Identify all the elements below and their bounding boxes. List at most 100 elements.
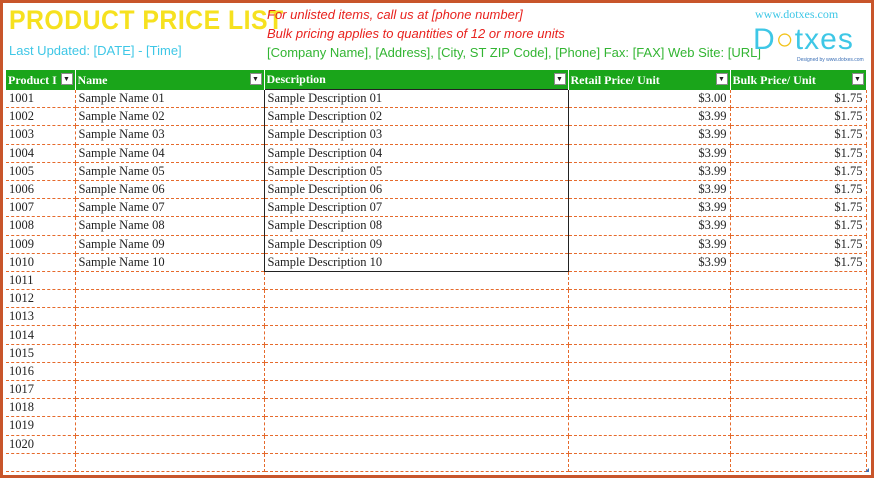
table-resize-handle-icon[interactable] <box>865 468 869 472</box>
bulk-price-cell[interactable]: $1.75 <box>730 125 867 145</box>
retail-price-cell[interactable]: $3.99 <box>568 216 731 236</box>
retail-price-cell[interactable]: $3.99 <box>568 235 731 254</box>
description-cell[interactable]: Sample Description 05 <box>263 162 569 181</box>
column-header-bulk-price[interactable]: Bulk Price/ Unit ▼ <box>730 70 867 90</box>
name-cell[interactable] <box>75 344 265 363</box>
name-cell[interactable]: Sample Name 09 <box>75 235 265 254</box>
retail-price-cell[interactable] <box>568 289 731 309</box>
name-cell[interactable] <box>75 453 265 472</box>
retail-price-cell[interactable] <box>568 398 731 418</box>
bulk-price-cell[interactable]: $1.75 <box>730 216 867 236</box>
retail-price-cell[interactable] <box>568 380 731 400</box>
retail-price-cell[interactable] <box>568 344 731 363</box>
product-id-cell[interactable]: 1011 <box>6 271 76 291</box>
column-header-description[interactable]: Description ▼ <box>264 70 569 90</box>
retail-price-cell[interactable]: $3.99 <box>568 144 731 163</box>
product-id-cell[interactable]: 1006 <box>6 180 76 200</box>
bulk-price-cell[interactable]: $1.75 <box>730 162 867 181</box>
retail-price-cell[interactable] <box>568 307 731 327</box>
name-cell[interactable] <box>75 398 265 418</box>
bulk-pricing-note[interactable]: Bulk pricing applies to quantities of 12… <box>267 26 565 41</box>
retail-price-cell[interactable]: $3.99 <box>568 180 731 200</box>
retail-price-cell[interactable] <box>568 453 731 472</box>
retail-price-cell[interactable]: $3.99 <box>568 107 731 127</box>
description-cell[interactable]: Sample Description 06 <box>263 180 569 200</box>
bulk-price-cell[interactable] <box>730 325 867 345</box>
bulk-price-cell[interactable] <box>730 435 867 454</box>
product-id-cell[interactable]: 1003 <box>6 125 76 145</box>
dropdown-arrow-icon[interactable]: ▼ <box>553 73 566 85</box>
retail-price-cell[interactable] <box>568 325 731 345</box>
product-id-cell[interactable]: 1019 <box>6 416 76 436</box>
name-cell[interactable]: Sample Name 01 <box>75 89 265 109</box>
name-cell[interactable] <box>75 435 265 454</box>
name-cell[interactable]: Sample Name 08 <box>75 216 265 236</box>
description-cell[interactable] <box>264 380 569 400</box>
description-cell[interactable] <box>264 362 569 382</box>
description-cell[interactable] <box>264 453 569 472</box>
bulk-price-cell[interactable] <box>730 271 867 291</box>
column-header-retail-price[interactable]: Retail Price/ Unit ▼ <box>568 70 731 90</box>
bulk-price-cell[interactable] <box>730 398 867 418</box>
dropdown-arrow-icon[interactable]: ▼ <box>60 73 73 85</box>
name-cell[interactable] <box>75 362 265 382</box>
dropdown-arrow-icon[interactable]: ▼ <box>851 73 864 85</box>
name-cell[interactable]: Sample Name 02 <box>75 107 265 127</box>
product-id-cell[interactable]: 1017 <box>6 380 76 400</box>
product-id-cell[interactable]: 1007 <box>6 198 76 218</box>
description-cell[interactable]: Sample Description 10 <box>263 253 569 272</box>
company-info-line[interactable]: [Company Name], [Address], [City, ST ZIP… <box>267 45 761 60</box>
name-cell[interactable]: Sample Name 07 <box>75 198 265 218</box>
retail-price-cell[interactable]: $3.99 <box>568 162 731 181</box>
bulk-price-cell[interactable] <box>730 416 867 436</box>
product-id-cell[interactable]: 1005 <box>6 162 76 181</box>
product-id-cell[interactable]: 1010 <box>6 253 76 272</box>
name-cell[interactable]: Sample Name 04 <box>75 144 265 163</box>
bulk-price-cell[interactable]: $1.75 <box>730 144 867 163</box>
description-cell[interactable]: Sample Description 08 <box>263 216 569 236</box>
description-cell[interactable] <box>264 271 569 291</box>
name-cell[interactable] <box>75 307 265 327</box>
column-header-product-id[interactable]: Product ID▼ <box>6 70 76 90</box>
retail-price-cell[interactable] <box>568 271 731 291</box>
last-updated-text[interactable]: Last Updated: [DATE] - [Time] <box>9 43 182 58</box>
name-cell[interactable]: Sample Name 05 <box>75 162 265 181</box>
bulk-price-cell[interactable] <box>730 289 867 309</box>
description-cell[interactable]: Sample Description 01 <box>263 88 569 109</box>
name-cell[interactable]: Sample Name 10 <box>75 253 265 272</box>
name-cell[interactable] <box>75 380 265 400</box>
bulk-price-cell[interactable]: $1.75 <box>730 107 867 127</box>
retail-price-cell[interactable]: $3.99 <box>568 198 731 218</box>
product-id-cell[interactable]: 1001 <box>6 89 76 109</box>
product-id-cell[interactable]: 1009 <box>6 235 76 254</box>
name-cell[interactable] <box>75 289 265 309</box>
product-id-cell[interactable]: 1015 <box>6 344 76 363</box>
description-cell[interactable] <box>264 416 569 436</box>
bulk-price-cell[interactable] <box>730 307 867 327</box>
bulk-price-cell[interactable]: $1.75 <box>730 198 867 218</box>
bulk-price-cell[interactable] <box>730 380 867 400</box>
product-id-cell[interactable]: 1008 <box>6 216 76 236</box>
product-id-cell[interactable]: 1002 <box>6 107 76 127</box>
product-id-cell[interactable]: 1018 <box>6 398 76 418</box>
description-cell[interactable]: Sample Description 07 <box>263 198 569 218</box>
description-cell[interactable] <box>264 289 569 309</box>
name-cell[interactable] <box>75 325 265 345</box>
website-link[interactable]: www.dotxes.com <box>755 7 838 22</box>
retail-price-cell[interactable]: $3.99 <box>568 125 731 145</box>
name-cell[interactable] <box>75 271 265 291</box>
product-id-cell[interactable] <box>6 453 76 472</box>
name-cell[interactable]: Sample Name 06 <box>75 180 265 200</box>
product-id-cell[interactable]: 1020 <box>6 435 76 454</box>
name-cell[interactable]: Sample Name 03 <box>75 125 265 145</box>
product-id-cell[interactable]: 1004 <box>6 144 76 163</box>
product-id-cell[interactable]: 1014 <box>6 325 76 345</box>
description-cell[interactable]: Sample Description 09 <box>263 235 569 254</box>
bulk-price-cell[interactable]: $1.75 <box>730 235 867 254</box>
product-id-cell[interactable]: 1016 <box>6 362 76 382</box>
retail-price-cell[interactable] <box>568 362 731 382</box>
column-header-name[interactable]: Name ▼ <box>75 70 265 90</box>
description-cell[interactable]: Sample Description 03 <box>263 125 569 145</box>
unlisted-items-note[interactable]: For unlisted items, call us at [phone nu… <box>267 7 523 22</box>
bulk-price-cell[interactable]: $1.75 <box>730 253 867 272</box>
